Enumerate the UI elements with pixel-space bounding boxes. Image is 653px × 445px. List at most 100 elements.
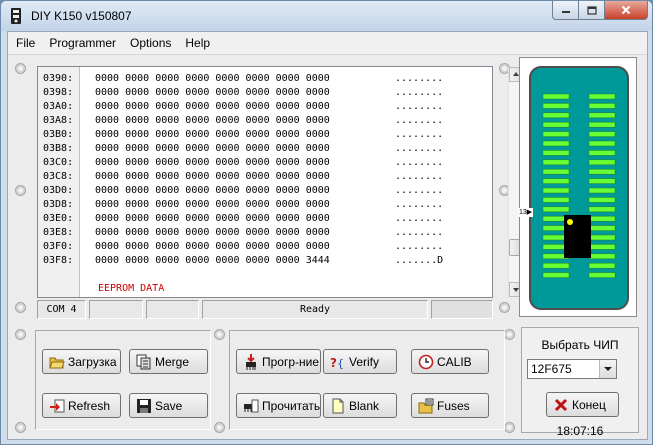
splitter-handle-icon[interactable]	[214, 422, 225, 433]
hex-row-address: 03B0:	[43, 129, 74, 140]
hex-row-bytes: 0000 0000 0000 0000 0000 0000 0000 0000	[95, 227, 330, 238]
hex-row-ascii: ........	[395, 87, 444, 98]
window-controls	[552, 1, 648, 21]
hex-row-ascii: ........	[395, 129, 444, 140]
socket-pin	[542, 112, 570, 119]
hex-row-bytes: 0000 0000 0000 0000 0000 0000 0000 0000	[95, 199, 330, 210]
merge-button[interactable]: Merge	[129, 349, 208, 374]
bottom-panel: Загрузка Merge Refresh Save Прогр-ние ? …	[8, 322, 647, 439]
socket-pin	[588, 140, 616, 147]
fuses-button[interactable]: Fuses	[411, 393, 489, 418]
splitter-handle-icon[interactable]	[214, 329, 225, 340]
splitter-handle-icon[interactable]	[15, 63, 26, 74]
status-bar: COM 4 Ready	[37, 300, 493, 319]
socket-pin	[542, 121, 570, 128]
hex-editor[interactable]: 0390: 0000 0000 0000 0000 0000 0000 0000 …	[37, 66, 523, 298]
splitter-handle-icon[interactable]	[504, 422, 515, 433]
svg-text:{: {	[337, 357, 344, 370]
socket-pin	[588, 121, 616, 128]
socket-pin	[588, 225, 616, 231]
hex-row-address: 03C8:	[43, 171, 74, 182]
hex-row-address: 03A0:	[43, 101, 74, 112]
socket-pin	[542, 140, 570, 147]
splitter-handle-icon[interactable]	[15, 302, 26, 313]
chip-select-label: Выбрать ЧИП	[541, 338, 619, 352]
load-button[interactable]: Загрузка	[42, 349, 121, 374]
hex-row-bytes: 0000 0000 0000 0000 0000 0000 0000 0000	[95, 171, 330, 182]
hex-row-ascii: ........	[395, 241, 444, 252]
splitter-handle-icon[interactable]	[504, 329, 515, 340]
hex-row-address: 03C0:	[43, 157, 74, 168]
splitter-handle-icon[interactable]	[499, 302, 510, 313]
hex-row-bytes: 0000 0000 0000 0000 0000 0000 0000 0000	[95, 157, 330, 168]
status-cell-empty	[146, 300, 199, 319]
hex-row-bytes: 0000 0000 0000 0000 0000 0000 0000 0000	[95, 115, 330, 126]
zif-socket-board	[529, 66, 629, 310]
hex-row-bytes: 0000 0000 0000 0000 0000 0000 0000 0000	[95, 73, 330, 84]
hex-row-address: 03E0:	[43, 213, 74, 224]
menu-file[interactable]: File	[9, 34, 42, 52]
socket-pin	[588, 215, 616, 222]
socket-pin	[588, 206, 616, 213]
chip-socket-panel: 13▶	[518, 57, 637, 317]
app-window: DIY K150 v150807 File Programmer Options…	[0, 0, 653, 445]
hex-row-bytes: 0000 0000 0000 0000 0000 0000 0000 0000	[95, 185, 330, 196]
hex-row-ascii: ........	[395, 157, 444, 168]
read-button[interactable]: Прочитать	[236, 393, 321, 418]
chevron-down-icon[interactable]	[599, 360, 616, 378]
blank-button[interactable]: Blank	[323, 393, 397, 418]
save-button[interactable]: Save	[129, 393, 208, 418]
hex-row-ascii: ........	[395, 115, 444, 126]
hex-row-address: 03D8:	[43, 199, 74, 210]
socket-pin	[588, 112, 616, 119]
minimize-button[interactable]	[552, 1, 579, 20]
splitter-handle-icon[interactable]	[15, 329, 26, 340]
socket-pin	[588, 168, 616, 175]
socket-pin	[542, 272, 570, 278]
maximize-icon	[586, 5, 597, 15]
hex-row-bytes: 0000 0000 0000 0000 0000 0000 0000 0000	[95, 129, 330, 140]
socket-pin	[588, 150, 616, 156]
socket-pin	[588, 178, 616, 184]
socket-pin	[588, 93, 616, 100]
client-area: File Programmer Options Help 0390: 0000 0…	[7, 31, 648, 440]
socket-pin	[588, 131, 616, 137]
fuses-icon	[418, 398, 434, 414]
socket-pin	[588, 253, 616, 260]
refresh-button[interactable]: Refresh	[42, 393, 121, 418]
hex-row-bytes: 0000 0000 0000 0000 0000 0000 0000 0000	[95, 143, 330, 154]
socket-pin	[542, 206, 570, 213]
clock-time: 18:07:16	[556, 424, 604, 438]
status-message: Ready	[202, 300, 428, 319]
socket-pin	[542, 103, 570, 109]
socket-pin	[588, 159, 616, 166]
hex-row-ascii: ........	[395, 101, 444, 112]
socket-pin	[542, 187, 570, 194]
socket-pin	[588, 234, 616, 241]
calib-button[interactable]: CALIB	[411, 349, 489, 374]
maximize-button[interactable]	[579, 1, 605, 20]
hex-row-ascii: ........	[395, 213, 444, 224]
minimize-icon	[561, 11, 570, 13]
close-button[interactable]	[605, 1, 648, 20]
hex-row-ascii: ........	[395, 199, 444, 210]
hex-row-ascii: ........	[395, 185, 444, 196]
chip-program-icon	[243, 353, 259, 370]
splitter-handle-icon[interactable]	[15, 422, 26, 433]
socket-pin	[542, 197, 570, 203]
hex-row-bytes: 0000 0000 0000 0000 0000 0000 0000 0000	[95, 101, 330, 112]
menu-help[interactable]: Help	[178, 34, 217, 52]
verify-button[interactable]: ?{ Verify	[323, 349, 397, 374]
program-button[interactable]: Прогр-ние	[236, 349, 321, 374]
socket-pin	[588, 272, 616, 278]
menu-programmer[interactable]: Programmer	[42, 34, 123, 52]
read-icon	[243, 398, 259, 414]
hex-row-bytes: 0000 0000 0000 0000 0000 0000 0000 0000	[95, 241, 330, 252]
blank-page-icon	[330, 398, 346, 414]
title-bar[interactable]: DIY K150 v150807	[1, 1, 652, 31]
socket-pin	[542, 159, 570, 166]
exit-button[interactable]: Конец	[546, 392, 619, 417]
splitter-handle-icon[interactable]	[15, 185, 26, 196]
menu-options[interactable]: Options	[123, 34, 178, 52]
chip-select-dropdown[interactable]: 12F675	[527, 359, 617, 379]
